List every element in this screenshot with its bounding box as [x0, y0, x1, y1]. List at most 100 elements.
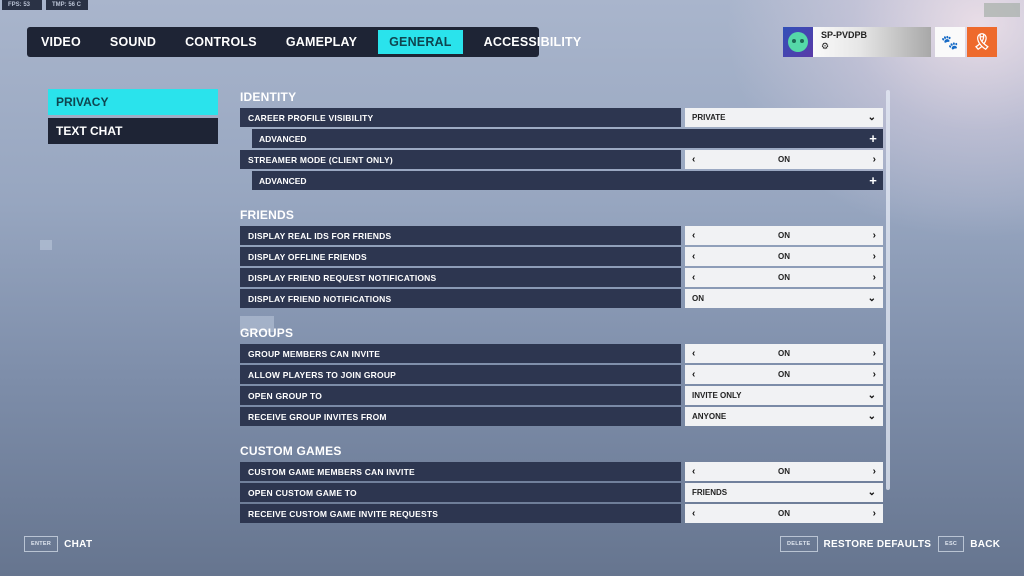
open-group-to-dropdown[interactable]: INVITE ONLY ⌄ — [685, 386, 883, 405]
setting-row: RECEIVE GROUP INVITES FROM ANYONE ⌄ — [240, 407, 883, 426]
performance-stats: FPS: 53 TMP: 56 C — [2, 0, 88, 10]
restore-defaults-label: RESTORE DEFAULTS — [823, 538, 932, 550]
chevron-down-icon: ⌄ — [867, 293, 876, 304]
avatar-icon — [788, 32, 808, 52]
setting-row: ALLOW PLAYERS TO JOIN GROUP ‹ ON › — [240, 365, 883, 384]
sidebar: PRIVACY TEXT CHAT — [48, 89, 218, 147]
chevron-down-icon: ⌄ — [867, 411, 876, 422]
dropdown-value: ANYONE — [692, 412, 727, 421]
chat-label: CHAT — [64, 538, 93, 550]
group-members-can-invite-toggle[interactable]: ‹ ON › — [685, 344, 883, 363]
friend-notifications-dropdown[interactable]: ON ⌄ — [685, 289, 883, 308]
advanced-expander[interactable]: ADVANCED + — [252, 171, 883, 190]
sidebar-item-privacy[interactable]: PRIVACY — [48, 89, 218, 115]
setting-row: GROUP MEMBERS CAN INVITE ‹ ON › — [240, 344, 883, 363]
plus-icon[interactable]: + — [863, 129, 883, 148]
streamer-mode-toggle[interactable]: ‹ ON › — [685, 150, 883, 169]
chevron-right-icon[interactable]: › — [873, 369, 876, 380]
setting-label: ALLOW PLAYERS TO JOIN GROUP — [240, 365, 681, 384]
chevron-down-icon: ⌄ — [867, 487, 876, 498]
setting-label: CAREER PROFILE VISIBILITY — [240, 108, 681, 127]
setting-row: DISPLAY REAL IDS FOR FRIENDS ‹ ON › — [240, 226, 883, 245]
chat-action[interactable]: ENTER CHAT — [24, 536, 92, 552]
corner-indicator — [984, 3, 1020, 17]
tab-video[interactable]: VIDEO — [33, 27, 89, 57]
custom-game-invite-requests-toggle[interactable]: ‹ ON › — [685, 504, 883, 523]
setting-row: OPEN CUSTOM GAME TO FRIENDS ⌄ — [240, 483, 883, 502]
setting-label: RECEIVE CUSTOM GAME INVITE REQUESTS — [240, 504, 681, 523]
setting-row: DISPLAY FRIEND REQUEST NOTIFICATIONS ‹ O… — [240, 268, 883, 287]
chevron-right-icon[interactable]: › — [873, 272, 876, 283]
toggle-value: ON — [778, 370, 790, 379]
advanced-expander[interactable]: ADVANCED + — [252, 129, 883, 148]
rewards-button[interactable]: 🎗 — [967, 27, 997, 57]
player-profile[interactable]: SP-PVDPB ⚙ 🐾 🎗 — [783, 27, 997, 57]
section-title-identity: IDENTITY — [240, 90, 297, 104]
delete-key-hint: DELETE — [780, 536, 818, 552]
setting-label: DISPLAY FRIEND NOTIFICATIONS — [240, 289, 681, 308]
sidebar-item-text-chat[interactable]: TEXT CHAT — [48, 118, 218, 144]
allow-players-join-group-toggle[interactable]: ‹ ON › — [685, 365, 883, 384]
scrollbar[interactable] — [886, 90, 890, 490]
section-title-groups: GROUPS — [240, 326, 294, 340]
chevron-right-icon[interactable]: › — [873, 251, 876, 262]
settings-tabs: VIDEO SOUND CONTROLS GAMEPLAY GENERAL AC… — [27, 27, 581, 57]
steam-icon: ⚙ — [821, 41, 830, 51]
chevron-down-icon: ⌄ — [867, 390, 876, 401]
setting-row: RECEIVE CUSTOM GAME INVITE REQUESTS ‹ ON… — [240, 504, 883, 523]
tab-gameplay[interactable]: GAMEPLAY — [278, 27, 365, 57]
chevron-right-icon[interactable]: › — [873, 348, 876, 359]
temperature-readout: TMP: 56 C — [46, 0, 88, 10]
setting-label: STREAMER MODE (CLIENT ONLY) — [240, 150, 681, 169]
open-custom-game-to-dropdown[interactable]: FRIENDS ⌄ — [685, 483, 883, 502]
esc-key-hint: ESC — [938, 536, 965, 552]
toggle-value: ON — [778, 155, 790, 164]
setting-streamer-mode: STREAMER MODE (CLIENT ONLY) ‹ ON › — [240, 150, 883, 169]
toggle-value: ON — [778, 252, 790, 261]
section-title-custom-games: CUSTOM GAMES — [240, 444, 342, 458]
avatar[interactable] — [783, 27, 813, 57]
back-button[interactable]: ESC BACK — [938, 536, 1000, 552]
dropdown-value: FRIENDS — [692, 488, 728, 497]
restore-defaults-button[interactable]: DELETE RESTORE DEFAULTS — [780, 536, 931, 552]
chevron-right-icon[interactable]: › — [873, 466, 876, 477]
paw-icon: 🐾 — [941, 33, 959, 50]
decor-square — [40, 240, 52, 250]
advanced-label: ADVANCED — [259, 133, 307, 144]
setting-row: OPEN GROUP TO INVITE ONLY ⌄ — [240, 386, 883, 405]
career-profile-visibility-dropdown[interactable]: PRIVATE ⌄ — [685, 108, 883, 127]
settings-list: IDENTITY CAREER PROFILE VISIBILITY PRIVA… — [240, 88, 883, 528]
name-plate[interactable]: SP-PVDPB ⚙ — [813, 27, 931, 57]
tab-accessibility[interactable]: ACCESSIBILITY — [476, 27, 590, 57]
setting-row: DISPLAY FRIEND NOTIFICATIONS ON ⌄ — [240, 289, 883, 308]
receive-group-invites-dropdown[interactable]: ANYONE ⌄ — [685, 407, 883, 426]
player-name: SP-PVDPB — [821, 30, 868, 40]
advanced-label: ADVANCED — [259, 175, 307, 186]
toggle-value: ON — [778, 273, 790, 282]
display-real-ids-toggle[interactable]: ‹ ON › — [685, 226, 883, 245]
plus-icon[interactable]: + — [863, 171, 883, 190]
tab-general[interactable]: GENERAL — [378, 30, 463, 54]
setting-career-profile-visibility: CAREER PROFILE VISIBILITY PRIVATE ⌄ — [240, 108, 883, 127]
medal-icon: 🎗 — [971, 34, 993, 51]
setting-label: DISPLAY FRIEND REQUEST NOTIFICATIONS — [240, 268, 681, 287]
chevron-right-icon[interactable]: › — [873, 154, 876, 165]
setting-label: CUSTOM GAME MEMBERS CAN INVITE — [240, 462, 681, 481]
social-button[interactable]: 🐾 — [935, 27, 965, 57]
chevron-right-icon[interactable]: › — [873, 508, 876, 519]
toggle-value: ON — [778, 231, 790, 240]
custom-game-members-can-invite-toggle[interactable]: ‹ ON › — [685, 462, 883, 481]
setting-label: GROUP MEMBERS CAN INVITE — [240, 344, 681, 363]
display-offline-friends-toggle[interactable]: ‹ ON › — [685, 247, 883, 266]
setting-row: CUSTOM GAME MEMBERS CAN INVITE ‹ ON › — [240, 462, 883, 481]
chevron-right-icon[interactable]: › — [873, 230, 876, 241]
dropdown-value: INVITE ONLY — [692, 391, 742, 400]
tab-sound[interactable]: SOUND — [102, 27, 164, 57]
chevron-down-icon: ⌄ — [867, 112, 876, 123]
tab-controls[interactable]: CONTROLS — [177, 27, 265, 57]
fps-readout: FPS: 53 — [2, 0, 42, 10]
friend-request-notifications-toggle[interactable]: ‹ ON › — [685, 268, 883, 287]
setting-row: DISPLAY OFFLINE FRIENDS ‹ ON › — [240, 247, 883, 266]
setting-label: DISPLAY REAL IDS FOR FRIENDS — [240, 226, 681, 245]
toggle-value: ON — [778, 509, 790, 518]
